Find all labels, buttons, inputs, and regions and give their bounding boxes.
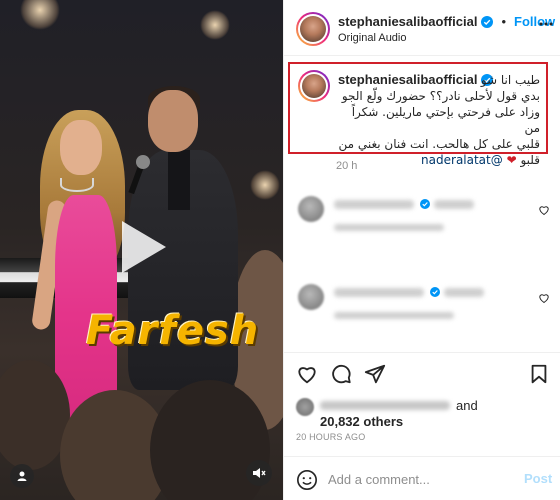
post-actions-bar [284, 352, 560, 392]
caption-author-avatar[interactable] [298, 70, 330, 102]
caption-line-last: قلبو ❤ @naderalatat [338, 152, 540, 168]
microphone [136, 155, 150, 169]
user-tag-button[interactable] [10, 464, 34, 488]
separator-dot: • [501, 14, 506, 29]
post-comment-button[interactable]: Post [524, 471, 552, 486]
caption-last-word: قلبو [520, 153, 540, 167]
caption-text: طيب انا شو بدي قول لأحلى نادر؟؟ حضورك ول… [338, 72, 540, 168]
play-icon[interactable] [108, 215, 172, 279]
stage-light [200, 10, 230, 40]
stage-light [250, 170, 280, 200]
caption-highlight-box: stephaniesalibaofficial طيب انا شو بدي ق… [288, 62, 548, 167]
commenter-avatar[interactable] [298, 284, 324, 310]
caption-line: قلبي على كل هالحب. انت فنان بغني من [338, 137, 540, 151]
add-comment-bar: Post [284, 456, 560, 500]
singer-necklace [60, 178, 94, 192]
blurred-comment-meta [334, 312, 454, 319]
verified-badge-icon [420, 199, 430, 209]
blurred-comment-meta [334, 224, 444, 231]
performer-shirt [168, 150, 190, 210]
paper-plane-icon[interactable] [364, 363, 386, 385]
comment-icon[interactable] [330, 363, 352, 385]
blurred-username [334, 200, 414, 209]
singer-face [60, 120, 102, 175]
author-row: stephaniesalibaofficial • Follow [338, 14, 555, 29]
emoji-icon[interactable] [296, 469, 318, 491]
audio-label[interactable]: Original Audio [338, 32, 407, 44]
comment-item [284, 284, 560, 344]
verified-badge-icon [430, 287, 440, 297]
bookmark-icon[interactable] [528, 363, 550, 385]
post-header: stephaniesalibaofficial • Follow Origina… [284, 0, 560, 56]
blurred-comment-text [444, 288, 484, 297]
blurred-comment-text [434, 200, 474, 209]
caption-line: طيب انا شو [480, 73, 540, 87]
speaker-muted-icon [253, 468, 266, 478]
heart-icon[interactable] [538, 292, 550, 304]
caption-mention-link[interactable]: @naderalatat [421, 153, 503, 167]
caption-timestamp: 20 h [336, 160, 358, 172]
verified-badge-icon [481, 15, 494, 28]
author-username[interactable]: stephaniesalibaofficial [338, 14, 477, 29]
heart-icon[interactable] [538, 204, 550, 216]
liker-avatar[interactable] [296, 398, 314, 416]
more-horizontal-icon[interactable] [538, 16, 554, 32]
mute-button[interactable] [246, 460, 272, 486]
blurred-username [334, 288, 424, 297]
post-timestamp: 20 HOURS AGO [296, 432, 366, 442]
blurred-liker-names [320, 401, 450, 410]
comment-item [284, 196, 560, 256]
heart-emoji-icon: ❤ [506, 153, 517, 167]
likes-and-text: and [456, 398, 478, 413]
caption-line: بدي قول لأحلى نادر؟؟ حضورك ولّع الجو [341, 89, 540, 103]
likes-count-link[interactable]: 20,832 others [320, 414, 403, 429]
commenter-avatar[interactable] [298, 196, 324, 222]
user-tag-icon [17, 471, 27, 481]
post-side-panel: stephaniesalibaofficial • Follow Origina… [283, 0, 560, 500]
likes-summary: and 20,832 others [296, 394, 556, 429]
performer-face [148, 90, 198, 152]
caption-line: وزاد على فرحتي بإحتي ماريلين. شكراً من [351, 105, 540, 135]
comment-input[interactable] [328, 467, 508, 491]
author-avatar[interactable] [296, 12, 330, 46]
heart-icon[interactable] [296, 363, 318, 385]
post-video[interactable] [0, 0, 283, 500]
